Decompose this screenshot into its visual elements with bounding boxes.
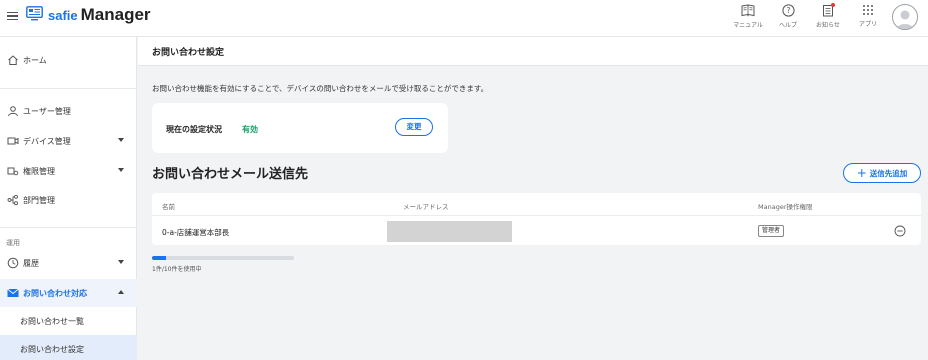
- usage-progress-fill: [152, 256, 167, 260]
- sidebar-item-label: ホーム: [23, 55, 47, 65]
- logo-icon: [26, 6, 43, 21]
- sidebar-item-permissions[interactable]: 権限管理: [0, 157, 137, 185]
- sidebar-item-inquiry[interactable]: お問い合わせ対応: [0, 279, 137, 307]
- apps-icon: [863, 5, 873, 15]
- redacted-email: [387, 221, 512, 242]
- sidebar-item-users[interactable]: ユーザー管理: [0, 97, 137, 125]
- brand-big: Manager: [80, 5, 151, 24]
- caret-down-icon: [118, 138, 124, 142]
- sidebar-item-label: お問い合わせ対応: [23, 288, 87, 298]
- sidebar-divider: [0, 88, 137, 89]
- app-header: safie Manager マニュアル ? ヘルプ お知らせ アプリ: [0, 0, 928, 37]
- notice-badge: [831, 3, 835, 7]
- plus-icon: +: [856, 166, 867, 180]
- brand-logo[interactable]: safie Manager: [48, 5, 151, 26]
- help-icon: ?: [781, 4, 795, 17]
- sidebar-section-ops: 運用: [6, 239, 20, 247]
- sidebar-item-devices[interactable]: デバイス管理: [0, 127, 137, 155]
- caret-up-icon: [118, 290, 124, 294]
- sidebar-item-home[interactable]: ホーム: [0, 46, 137, 74]
- sidebar-item-label: お問い合わせ一覧: [20, 316, 84, 326]
- sidebar-item-label: 権限管理: [23, 166, 55, 176]
- sidebar-item-departments[interactable]: 部門管理: [0, 186, 137, 214]
- sidebar-item-inquiry-list[interactable]: お問い合わせ一覧: [0, 307, 137, 335]
- mail-icon: [6, 287, 19, 300]
- column-header-permission: Manager操作権限: [758, 203, 813, 211]
- sidebar-item-label: デバイス管理: [23, 136, 71, 146]
- permission-icon: [6, 165, 19, 178]
- status-label: 現在の設定状況: [166, 125, 222, 134]
- sidebar-divider: [0, 227, 137, 228]
- user-avatar-icon: [896, 10, 914, 29]
- menu-icon[interactable]: [7, 8, 18, 24]
- clock-icon: [6, 257, 19, 270]
- table-divider: [152, 215, 921, 216]
- sidebar-item-history[interactable]: 履歴: [0, 249, 137, 277]
- usage-progress-bar: [152, 256, 294, 260]
- manual-button[interactable]: マニュアル: [728, 4, 768, 32]
- recipients-table: 名前 メールアドレス Manager操作権限 0-a-店舗運営本部長 管理者: [152, 193, 921, 245]
- camera-icon: [6, 135, 19, 148]
- apps-label: アプリ: [858, 21, 877, 28]
- page-description: お問い合わせ機能を有効にすることで、デバイスの問い合わせをメールで受け取ることが…: [152, 84, 489, 93]
- caret-down-icon: [118, 260, 124, 264]
- manual-label: マニュアル: [733, 22, 763, 29]
- sidebar-item-label: お問い合わせ設定: [20, 344, 84, 354]
- manual-icon: [741, 4, 755, 17]
- caret-down-icon: [118, 168, 124, 172]
- avatar[interactable]: [892, 4, 918, 30]
- status-card: 現在の設定状況 有効 変更: [152, 103, 448, 153]
- sidebar-item-label: 履歴: [23, 258, 39, 268]
- recipients-title: お問い合わせメール送信先: [152, 167, 309, 182]
- notice-button[interactable]: お知らせ: [808, 3, 848, 32]
- page-header: お問い合わせ設定: [138, 37, 928, 66]
- status-value: 有効: [242, 125, 258, 134]
- permission-badge: 管理者: [758, 225, 785, 237]
- user-icon: [6, 105, 19, 118]
- svg-text:?: ?: [786, 6, 790, 15]
- add-recipient-label: 送信先追加: [869, 168, 908, 178]
- column-header-name: 名前: [162, 203, 175, 211]
- home-icon: [6, 54, 19, 67]
- change-button[interactable]: 変更: [395, 118, 433, 136]
- row-name: 0-a-店舗運営本部長: [162, 228, 230, 237]
- apps-button[interactable]: アプリ: [848, 4, 888, 32]
- sidebar-item-label: 部門管理: [23, 195, 55, 205]
- department-icon: [6, 194, 19, 207]
- help-button[interactable]: ? ヘルプ: [768, 4, 808, 32]
- notice-label: お知らせ: [816, 22, 840, 29]
- brand-small: safie: [48, 8, 78, 23]
- column-header-email: メールアドレス: [403, 203, 449, 211]
- sidebar: ホーム ユーザー管理 デバイス管理 権限管理 部門管理 運用 履歴 お問い合わせ…: [0, 37, 137, 360]
- remove-icon[interactable]: [894, 225, 906, 237]
- help-label: ヘルプ: [778, 22, 797, 29]
- sidebar-item-label: ユーザー管理: [23, 106, 71, 116]
- add-recipient-button[interactable]: + 送信先追加: [843, 163, 921, 183]
- sidebar-item-inquiry-settings[interactable]: お問い合わせ設定: [0, 335, 137, 360]
- usage-text: 1件/10件を使用中: [152, 266, 202, 273]
- page-title: お問い合わせ設定: [152, 48, 225, 58]
